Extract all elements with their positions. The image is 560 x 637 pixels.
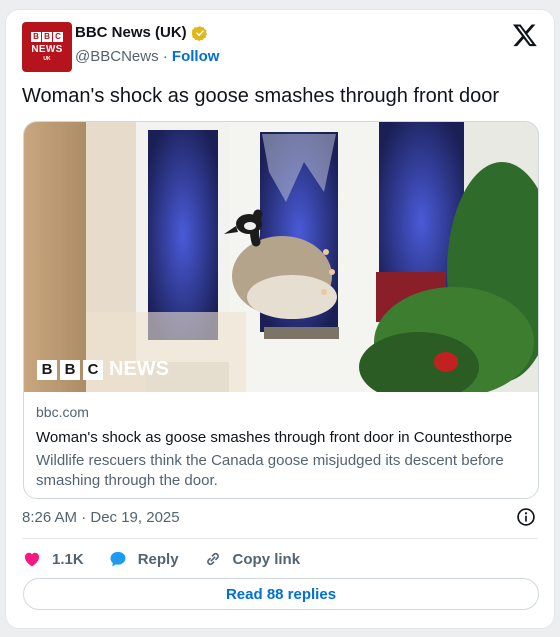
link-title[interactable]: Woman's shock as goose smashes through f… (36, 429, 526, 446)
avatar[interactable]: B B C NEWS UK (22, 22, 72, 72)
avatar-block: B (42, 32, 52, 42)
avatar-bbc-blocks: B B C (31, 32, 63, 42)
avatar-block: B (31, 32, 41, 42)
info-icon[interactable] (516, 507, 536, 527)
action-bar: 1.1K Reply Copy link (22, 548, 324, 570)
separator: · (162, 48, 168, 65)
divider (22, 538, 538, 539)
heart-icon (24, 552, 40, 567)
watermark-word: NEWS (109, 358, 169, 380)
embedded-post-card: B B C NEWS UK BBC News (UK) @BBCNews · F… (5, 9, 555, 629)
handle[interactable]: @BBCNews (75, 48, 159, 65)
link-chain-icon (206, 552, 219, 566)
handle-row: @BBCNews · Follow (75, 48, 219, 65)
post-header: B B C NEWS UK BBC News (UK) @BBCNews · F… (22, 22, 538, 78)
read-replies-button[interactable]: Read 88 replies (23, 578, 539, 610)
verified-badge-icon (191, 25, 207, 41)
goose-door-photo (24, 122, 538, 392)
speech-bubble-icon (110, 551, 126, 567)
post-timestamp[interactable]: 8:26 AM · Dec 19, 2025 (22, 509, 180, 526)
copy-link-button[interactable]: Copy link (203, 549, 301, 569)
link-preview-card[interactable]: B B C NEWS bbc.com Woman's shock as goos… (23, 121, 539, 499)
avatar-region: UK (43, 56, 51, 62)
avatar-block: C (53, 32, 63, 42)
x-logo-icon[interactable] (512, 22, 538, 48)
like-button[interactable]: 1.1K (22, 549, 84, 569)
watermark-block: C (83, 359, 103, 380)
watermark-block: B (37, 359, 57, 380)
follow-link[interactable]: Follow (172, 48, 220, 65)
watermark-block: B (60, 359, 80, 380)
avatar-word: NEWS (31, 44, 63, 55)
bbc-news-watermark: B B C NEWS (37, 358, 169, 381)
reply-button[interactable]: Reply (108, 549, 179, 569)
copy-link-label: Copy link (232, 550, 301, 568)
name-row: BBC News (UK) (75, 24, 208, 41)
tweet-text: Woman's shock as goose smashes through f… (22, 85, 500, 107)
link-description: Wildlife rescuers think the Canada goose… (36, 452, 504, 489)
reply-label: Reply (137, 550, 179, 568)
display-name[interactable]: BBC News (UK) (75, 24, 187, 41)
link-preview-image[interactable]: B B C NEWS (24, 122, 538, 392)
like-count: 1.1K (52, 550, 84, 568)
link-domain: bbc.com (36, 404, 89, 420)
link-meta: bbc.com Woman's shock as goose smashes t… (36, 404, 526, 491)
